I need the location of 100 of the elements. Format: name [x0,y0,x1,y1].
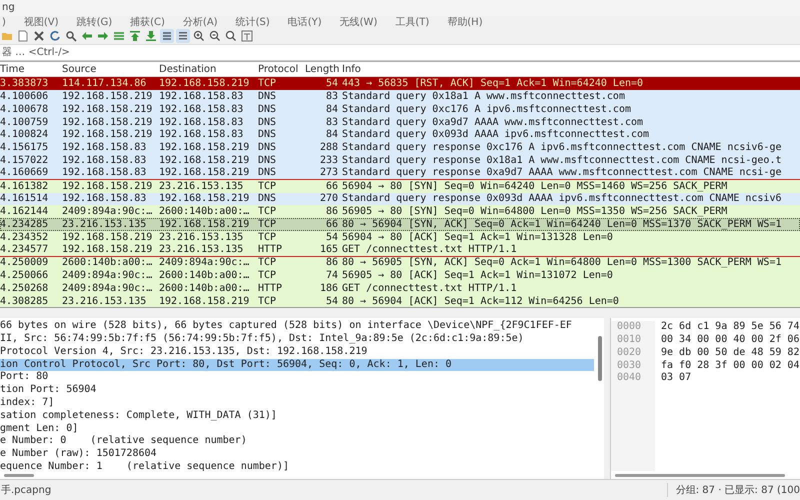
protocol-cell-text: HTTP [258,244,284,256]
length-cell-text: 83 [324,91,339,102]
menu-item[interactable]: 统计(S) [236,15,270,30]
packet-row[interactable]: 4.250066 2409:894a:90c:… 2600:140b:a00:… TCP 74 56905 → 80 [ACK] Seq=1 Ack=1 Win=131072 Len=0 [0,269,800,282]
packet-row[interactable]: 4.234352 192.168.158.219 23.216.153.135 TCP 54 56904 → 80 [ACK] Seq=1 Ack=1 Win=131328 Len=0 [0,230,800,244]
hex-offset: 0030 [617,360,642,372]
menu-item[interactable]: 工具(T) [395,15,430,30]
packet-row[interactable]: 4.161382 192.168.158.219 23.216.153.135 TCP 66 56904 → 80 [SYN] Seq=0 Win=64240 Len=0 MSS=1460 WS=256 SACK_PERM [0,180,800,193]
menu-item[interactable]: 分析(A) [182,15,218,30]
menu-item[interactable]: 帮助(H) [447,15,483,30]
packet-row[interactable]: 4.157022 192.168.158.83 192.168.158.219 DNS 233 Standard query response 0x18a1 A www.msftconnecttest.com CNAME ncsi-geo.t [0,154,800,167]
menu-item[interactable]: 无线(W) [340,15,378,30]
packet-row[interactable]: 4.160669 192.168.158.83 192.168.158.219 DNS 273 Standard query response 0xa9d7 AAAA www.msftconnecttest.com CNAME ncsi-ge [0,166,800,180]
info-cell: GET /connecttest.txt HTTP/1.1 [342,244,517,256]
close-icon[interactable] [32,29,46,44]
packet-row[interactable]: 4.100678 192.168.158.219 192.168.158.83 DNS 84 Standard query 0xc176 A ipv6.msftconnecttest.com [0,103,800,116]
reload-icon[interactable] [48,29,62,44]
zoom-out-icon[interactable] [208,29,222,44]
source-cell-text: 192.168.158.83 [62,155,148,166]
menu-item[interactable]: 跳转(G) [76,15,112,30]
destination-cell-text: 23.216.153.135 [159,244,244,256]
column-header[interactable]: Source [62,64,159,75]
source-cell-text: 114.117.134.86 [62,78,148,90]
destination-cell-text: 23.216.153.135 [159,232,244,243]
protocol-cell-text: TCP [258,180,278,192]
column-header[interactable]: Destination [159,64,258,75]
menu-item[interactable]: ) [2,16,6,28]
packet-row[interactable]: 4.250268 2409:894a:90c:… 2600:140b:a00:… HTTP 186 GET /connecttest.txt HTTP/1.1 [0,282,800,295]
length-cell-text: 66 [324,180,339,192]
length-cell-text: 84 [324,129,339,140]
packet-row[interactable]: 4.308285 23.216.153.135 192.168.158.219 TCP 54 80 → 56904 [ACK] Seq=1 Ack=112 Win=64256 Len=0 [0,294,800,308]
detail-line[interactable]: e Number: 0 (relative sequence number) [0,435,594,448]
hex-offset: 0010 [617,334,642,347]
detail-line[interactable]: tion Port: 56904 [0,384,594,398]
length-cell-text: 54 [324,232,339,243]
zoom-reset-icon[interactable] [224,29,238,44]
packet-row[interactable]: 4.156175 192.168.158.83 192.168.158.219 DNS 288 Standard query response 0xc176 A ipv6.msftconnecttest.com CNAME ncsiv6-ge [0,141,800,154]
menu-item[interactable]: 捕获(C) [130,15,165,30]
detail-line[interactable]: 66 bytes on wire (528 bits), 66 bytes captured (528 bits) on interface \Device\NPF_{2F9C1FEF-EF [0,320,594,334]
column-header[interactable]: Protocol [258,64,305,75]
hex-offset: 0020 [617,346,642,360]
bottom-icon[interactable] [144,29,158,44]
packet-row[interactable]: 4.162144 2409:894a:90c:… 2600:140b:a00:… TCP 86 56905 → 80 [SYN] Seq=0 Win=64800 Len=0 MSS=1350 WS=256 SACK_PERM [0,205,800,218]
window-title: ng [2,2,15,14]
detail-line[interactable]: gment Len: 0] [0,422,594,436]
info-cell: 80 → 56904 [ACK] Seq=1 Ack=112 Win=64256 Len=0 [342,296,619,307]
packet-row[interactable]: 4.100824 192.168.158.219 192.168.158.83 DNS 84 Standard query 0x093d AAAA ipv6.msftconnecttest.com [0,128,800,142]
packet-row[interactable]: 4.100759 192.168.158.219 192.168.158.83 DNS 83 Standard query 0xa9d7 AAAA www.msftconnecttest.com [0,116,800,129]
destination-cell-text: 192.168.158.83 [159,116,244,128]
column-header[interactable]: Time [0,64,62,75]
time-cell-text: 4.250066 [0,270,50,282]
detail-line[interactable]: equence Number: 1 (relative sequence number)] [0,461,594,472]
info-cell: 56904 → 80 [SYN] Seq=0 Win=64240 Len=0 MSS=1460 WS=256 SACK_PERM [342,180,728,192]
detail-line[interactable]: sation completeness: Complete, WITH_DATA (31)] [0,410,594,423]
column-header[interactable]: Length [305,64,342,75]
source-cell-text: 2409:894a:90c:… [62,283,154,294]
detail-line[interactable]: Port: 80 [0,371,594,384]
top-icon[interactable] [128,29,142,44]
file-icon[interactable] [16,29,30,44]
destination-cell-text: 192.168.158.219 [159,167,250,178]
detail-line[interactable]: index: 7] [0,397,594,410]
length-cell-text: 84 [324,104,339,115]
info-cell: Standard query response 0x18a1 A www.msftconnecttest.com CNAME ncsi-geo.t [342,155,782,166]
source-cell-text: 192.168.158.83 [62,193,148,204]
packet-row[interactable]: 3.383873 114.117.134.86 192.168.158.219 TCP 54 443 → 56835 [RST, ACK] Seq=1 Ack=1 Win=64240 Len=0 [0,77,800,90]
time-cell-text: 4.100606 [0,91,50,102]
packet-row[interactable]: 4.100606 192.168.158.219 192.168.158.83 DNS 83 Standard query 0x18a1 A www.msftconnecttest.com [0,90,800,103]
column-header[interactable]: Info [342,64,361,75]
detail-line[interactable]: II, Src: 56:74:99:5b:7f:f5 (56:74:99:5b:7f:f5), Dst: Intel_9a:89:5e (2c:6d:c1:9a:89:5e) [0,333,594,346]
length-cell-text: 86 [324,206,339,218]
destination-cell-text: 2600:140b:a00:… [159,270,250,282]
length-cell-text: 54 [324,296,339,307]
packet-row[interactable]: 4.250009 2600:140b:a00:… 2409:894a:90c:… TCP 86 80 → 56905 [SYN, ACK] Seq=0 Ack=1 Win=64800 Len=0 MSS=1300 SACK_PERM WS=1 [0,256,800,270]
zoom-in-icon[interactable] [192,29,206,44]
time-cell-text: 3.383873 [0,78,50,90]
menu-item[interactable]: 电话(Y) [288,15,322,30]
scrollbar-thumb[interactable] [598,336,602,382]
scrollbar-thumb[interactable] [4,474,34,477]
source-cell-text: 192.168.158.219 [62,244,154,256]
protocol-cell-text: TCP [258,270,278,282]
search-icon[interactable] [64,29,78,44]
source-cell-text: 192.168.158.219 [62,129,154,140]
hex-bytes: fa f0 28 3f 00 00 02 04 [661,360,800,372]
scrollbar-thumb[interactable] [615,474,785,477]
detail-line[interactable]: e Number (raw): 1501728604 [0,448,594,461]
source-cell-text: 192.168.158.219 [62,116,154,128]
detail-line[interactable]: Protocol Version 4, Src: 23.216.153.135, Dst: 192.168.158.219 [0,346,594,359]
menu-item[interactable]: 视图(V) [24,15,59,30]
info-cell: Standard query 0x18a1 A www.msftconnecttest.com [342,91,625,102]
info-cell: GET /connecttest.txt HTTP/1.1 [342,283,517,294]
time-cell-text: 4.100824 [0,129,50,140]
time-cell-text: 4.160669 [0,167,50,178]
packet-row[interactable]: 4.161514 192.168.158.83 192.168.158.219 DNS 270 Standard query response 0x093d AAAA ipv6.msftconnecttest.com CNAME ncsiv6 [0,192,800,206]
protocol-cell-text: DNS [258,142,278,154]
packet-row[interactable]: 4.234577 192.168.158.219 23.216.153.135 HTTP 165 GET /connecttest.txt HTTP/1.1 [0,244,800,257]
info-cell: 56905 → 80 [ACK] Seq=1 Ack=1 Win=131072 Len=0 [342,270,613,282]
time-cell-text: 4.234352 [0,232,50,243]
time-cell-text: 4.156175 [0,142,50,154]
packet-row[interactable]: 4.234285 23.216.153.135 192.168.158.219 TCP 66 80 → 56904 [SYN, ACK] Seq=0 Ack=1 Win=64240 Len=0 MSS=1370 SACK_PERM WS=1 [0,218,800,231]
source-cell-text: 192.168.158.219 [62,91,154,102]
